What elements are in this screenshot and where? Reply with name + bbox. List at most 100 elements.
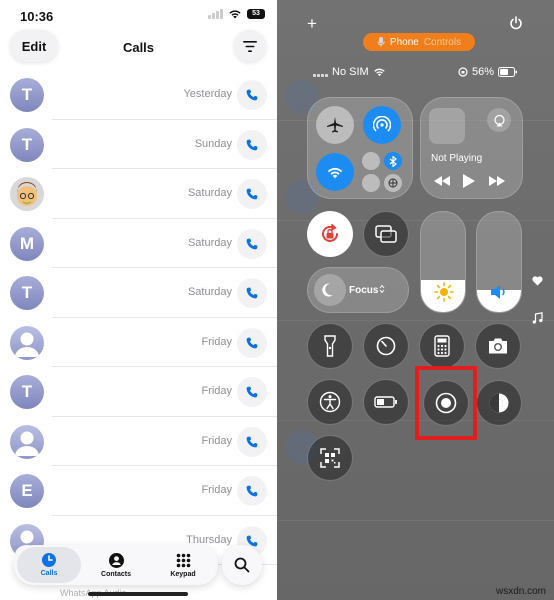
carrier-label: No SIM bbox=[332, 66, 369, 78]
tab-contacts[interactable]: Contacts bbox=[84, 547, 148, 583]
battery-status: 56% bbox=[458, 66, 518, 78]
wifi-toggle[interactable] bbox=[316, 153, 354, 191]
calculator-button[interactable] bbox=[419, 323, 465, 369]
call-date: Saturday bbox=[187, 236, 232, 249]
call-back-button[interactable] bbox=[237, 129, 267, 160]
timer-icon bbox=[376, 336, 396, 356]
pill-primary-label: Phone bbox=[389, 36, 419, 48]
search-icon bbox=[234, 557, 250, 573]
keypad-icon bbox=[176, 553, 190, 567]
wifi-icon bbox=[327, 167, 343, 178]
accessibility-icon bbox=[319, 391, 341, 413]
call-back-button[interactable] bbox=[237, 179, 267, 209]
phone-icon bbox=[246, 139, 258, 150]
call-back-button[interactable] bbox=[237, 228, 267, 259]
heart-icon bbox=[532, 276, 543, 286]
call-back-button[interactable] bbox=[237, 327, 267, 358]
airdrop-toggle[interactable] bbox=[363, 106, 401, 144]
watermark: wsxdn.com bbox=[495, 586, 546, 597]
phone-controls-pill[interactable]: Phone Controls bbox=[363, 33, 475, 51]
battery-icon: 53 bbox=[247, 9, 265, 19]
phone-icon bbox=[246, 386, 258, 398]
wifi-icon bbox=[229, 10, 241, 19]
call-row[interactable]: Friday bbox=[0, 417, 277, 466]
phone-icon bbox=[246, 287, 258, 299]
tab-keypad-label: Keypad bbox=[170, 570, 196, 578]
search-button[interactable] bbox=[222, 545, 262, 585]
airdrop-icon bbox=[373, 116, 391, 132]
filter-icon bbox=[243, 40, 257, 52]
rewind-icon[interactable] bbox=[433, 175, 451, 187]
orientation-lock-icon bbox=[322, 224, 338, 242]
call-back-button[interactable] bbox=[237, 80, 267, 110]
call-date: Thursday bbox=[186, 533, 232, 546]
highlight-box bbox=[415, 366, 477, 440]
volume-slider[interactable] bbox=[476, 211, 522, 313]
contact-avatar: T bbox=[10, 127, 44, 162]
screen-mirroring-button[interactable] bbox=[363, 211, 409, 257]
call-back-button[interactable] bbox=[237, 377, 267, 407]
moon-icon-wrap bbox=[314, 274, 346, 306]
sun-icon bbox=[434, 282, 454, 302]
contact-avatar: M bbox=[10, 226, 44, 261]
personal-hotspot-toggle[interactable] bbox=[362, 174, 380, 192]
wifi-icon bbox=[373, 68, 385, 77]
flashlight-button[interactable] bbox=[307, 323, 353, 369]
pill-secondary-label: Controls bbox=[423, 36, 462, 48]
play-icon[interactable] bbox=[462, 173, 476, 189]
fast-forward-icon[interactable] bbox=[488, 175, 506, 187]
vpn-toggle[interactable] bbox=[384, 174, 402, 192]
phone-icon bbox=[246, 188, 258, 200]
airplay-icon bbox=[493, 114, 505, 126]
phone-icon bbox=[246, 89, 258, 101]
call-row[interactable]: T Yesterday bbox=[0, 70, 277, 120]
cellular-toggle[interactable] bbox=[362, 152, 380, 170]
accessibility-button[interactable] bbox=[307, 379, 353, 425]
filter-button[interactable] bbox=[234, 30, 266, 62]
phone-icon bbox=[246, 238, 258, 249]
contacts-icon bbox=[108, 552, 124, 568]
timer-button[interactable] bbox=[363, 323, 409, 369]
orientation-lock-icon bbox=[458, 67, 468, 77]
moon-icon bbox=[322, 283, 333, 297]
globe-icon bbox=[388, 178, 398, 188]
call-row[interactable]: Friday bbox=[0, 318, 277, 367]
carrier-status: No SIM bbox=[313, 66, 386, 78]
camera-button[interactable] bbox=[475, 323, 521, 369]
background-separator bbox=[277, 320, 554, 321]
qr-scanner-icon bbox=[320, 448, 340, 468]
brightness-slider[interactable] bbox=[420, 211, 466, 313]
call-row[interactable]: Saturday bbox=[0, 169, 277, 219]
call-date: Sunday bbox=[194, 137, 232, 150]
airplay-button[interactable] bbox=[487, 108, 511, 132]
tab-calls[interactable]: Calls bbox=[17, 547, 81, 583]
orientation-lock-toggle[interactable] bbox=[307, 211, 353, 257]
contact-avatar: T bbox=[10, 78, 44, 112]
status-icons: 53 bbox=[208, 9, 265, 19]
phone-icon bbox=[246, 337, 258, 348]
call-back-button[interactable] bbox=[237, 426, 267, 457]
call-row[interactable]: T Friday bbox=[0, 367, 277, 417]
power-icon[interactable] bbox=[509, 16, 523, 30]
call-back-button[interactable] bbox=[237, 476, 267, 506]
call-row[interactable]: M Saturday bbox=[0, 219, 277, 268]
add-control-button[interactable]: + bbox=[307, 14, 317, 34]
dark-mode-button[interactable] bbox=[476, 380, 522, 426]
now-playing-title: Not Playing bbox=[431, 153, 483, 164]
calculator-icon bbox=[434, 335, 450, 357]
low-power-mode-button[interactable] bbox=[363, 379, 409, 425]
background-separator bbox=[277, 520, 554, 521]
home-indicator bbox=[88, 592, 188, 596]
bluetooth-toggle[interactable] bbox=[384, 152, 402, 170]
phone-icon bbox=[246, 535, 258, 546]
airplane-mode-toggle[interactable] bbox=[316, 106, 354, 144]
calls-screen: 10:36 53 Edit Calls T Yesterday T Sunday Sat… bbox=[0, 0, 277, 600]
call-row[interactable]: T Sunday bbox=[0, 120, 277, 169]
tab-calls-label: Calls bbox=[40, 570, 58, 577]
call-row[interactable]: T Saturday bbox=[0, 268, 277, 318]
tab-keypad[interactable]: Keypad bbox=[151, 547, 215, 583]
call-row[interactable]: E Friday bbox=[0, 466, 277, 516]
status-time: 10:36 bbox=[20, 9, 54, 24]
call-back-button[interactable] bbox=[237, 278, 267, 308]
code-scanner-button[interactable] bbox=[307, 435, 353, 481]
